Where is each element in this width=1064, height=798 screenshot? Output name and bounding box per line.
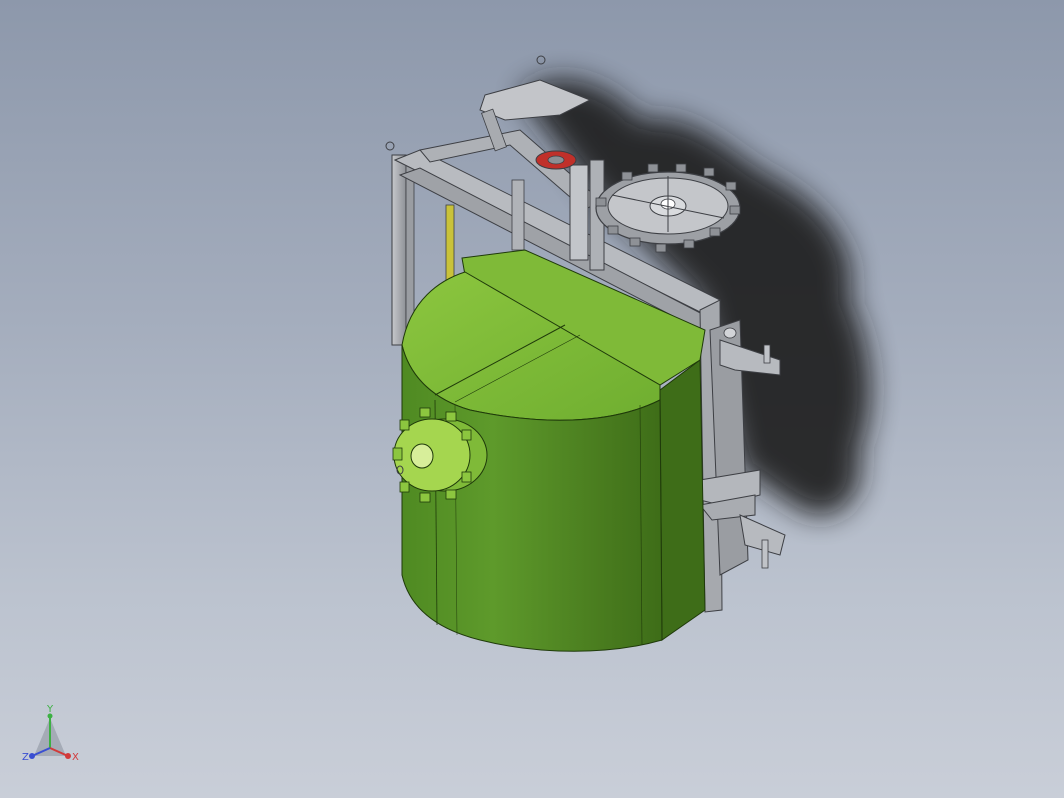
graphics-viewport[interactable]: Y X Z — [0, 0, 1064, 798]
x-axis-label: X — [72, 752, 79, 763]
y-axis-label: Y — [46, 704, 54, 715]
x-axis-tip — [65, 753, 71, 759]
model-view[interactable] — [0, 0, 1064, 798]
z-axis-tip — [29, 753, 35, 759]
orientation-triad[interactable]: Y X Z — [18, 700, 88, 775]
z-axis-label: Z — [22, 752, 29, 763]
